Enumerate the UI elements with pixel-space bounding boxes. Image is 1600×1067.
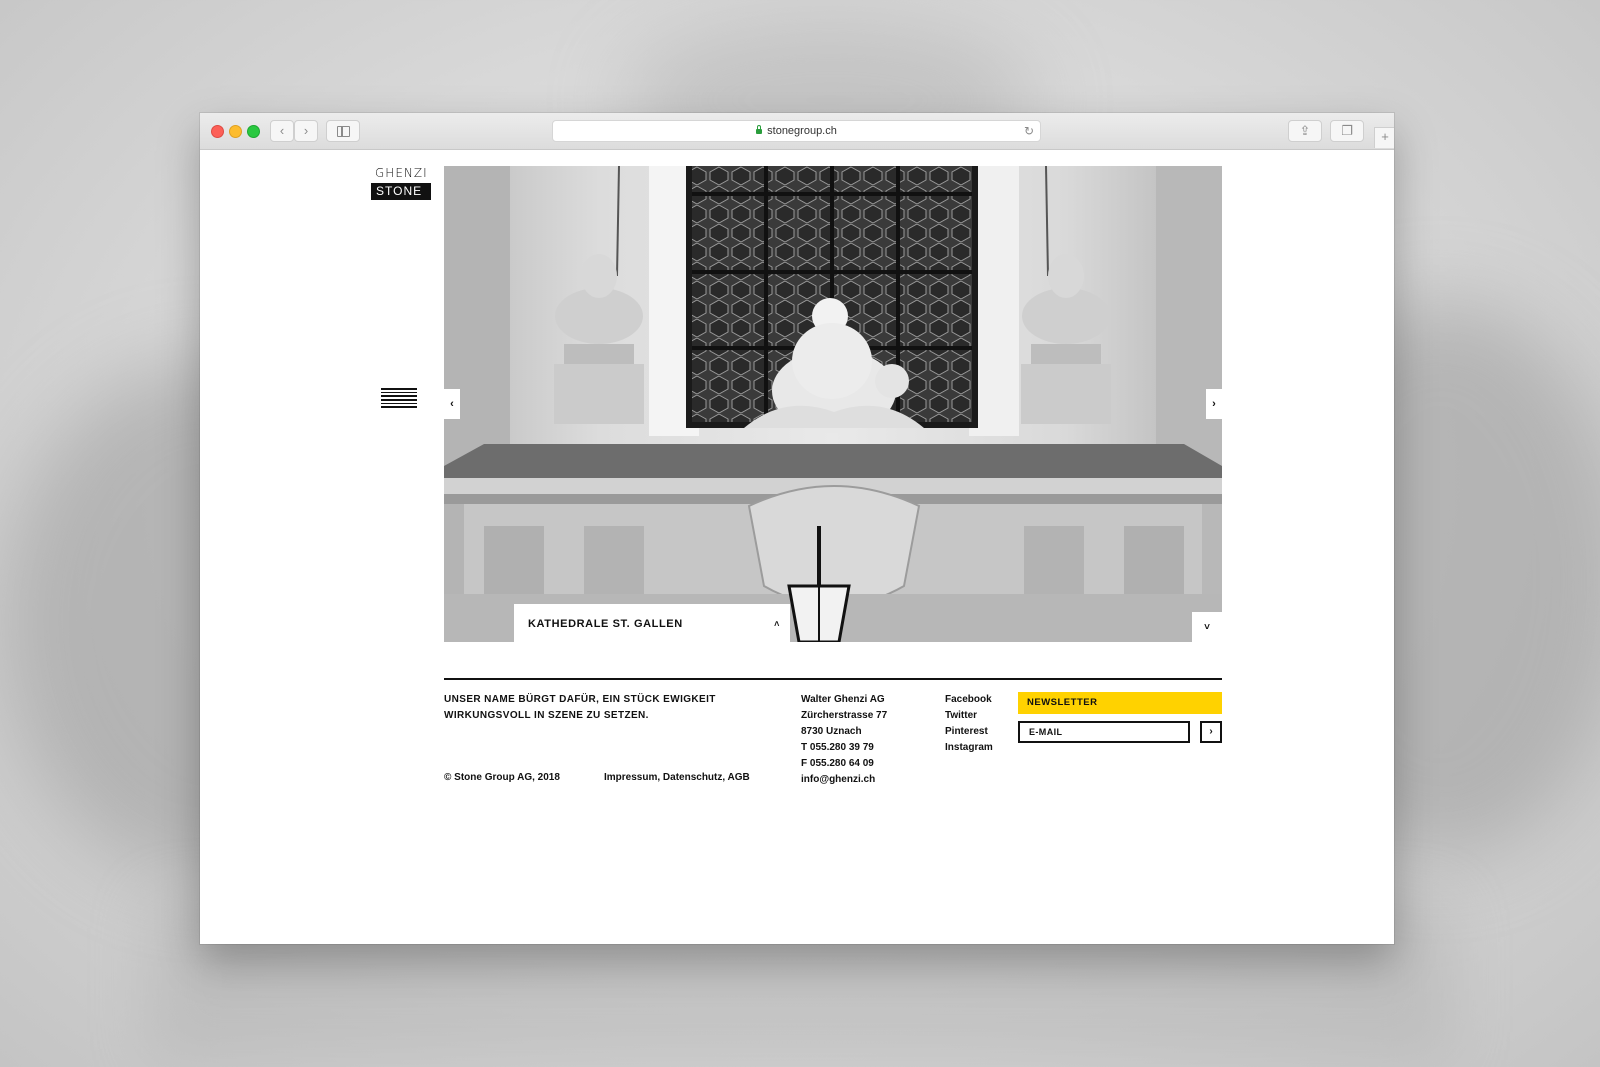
copyright-text: © Stone Group AG, 2018 <box>444 772 560 783</box>
minimize-window-button[interactable] <box>229 125 242 138</box>
chevron-down-icon: ˅ <box>1204 622 1210 633</box>
pinterest-link[interactable]: Pinterest <box>945 724 993 740</box>
address-bar[interactable]: stonegroup.ch ↻ <box>552 120 1041 142</box>
web-page: GHENZI STONE ‹ › KATHEDRALE ST. GALLEN ˄… <box>200 150 1394 944</box>
phone-number: T 055.280 39 79 <box>801 742 874 753</box>
facebook-link[interactable]: Facebook <box>945 692 993 708</box>
chevron-left-icon: ‹ <box>279 123 285 138</box>
back-button[interactable]: ‹ <box>270 120 294 142</box>
newsletter-signup: NEWSLETTER › <box>1018 692 1222 743</box>
share-button[interactable]: ⇪ <box>1288 120 1322 142</box>
slide-caption-text: KATHEDRALE ST. GALLEN <box>528 618 683 630</box>
logo-text-bottom: STONE <box>371 183 431 200</box>
ghenzi-stone-logo[interactable]: GHENZI STONE <box>371 166 431 202</box>
social-links: Facebook Twitter Pinterest Instagram <box>945 692 993 756</box>
newsletter-form: › <box>1018 721 1222 743</box>
sidebar-toggle-button[interactable] <box>326 120 360 142</box>
company-name: Walter Ghenzi AG <box>801 694 885 705</box>
share-icon: ⇪ <box>1299 123 1311 138</box>
reload-icon[interactable]: ↻ <box>1024 121 1034 141</box>
legal-links[interactable]: Impressum, Datenschutz, AGB <box>604 772 750 783</box>
footer-divider <box>444 678 1222 680</box>
newsletter-submit-button[interactable]: › <box>1200 721 1222 743</box>
zoom-window-button[interactable] <box>247 125 260 138</box>
newsletter-email-input[interactable] <box>1018 721 1190 743</box>
chevron-up-icon: ˄ <box>774 619 780 629</box>
footer-tagline: UNSER NAME BÜRGT DAFÜR, EIN STÜCK EWIGKE… <box>444 694 716 721</box>
chevron-right-icon: › <box>1209 726 1213 737</box>
contact-address: Walter Ghenzi AG Zürcherstrasse 77 8730 … <box>801 692 887 788</box>
hero-slider: ‹ › KATHEDRALE ST. GALLEN ˄ ˅ <box>444 166 1222 642</box>
twitter-link[interactable]: Twitter <box>945 708 993 724</box>
plus-icon: + <box>1381 129 1389 144</box>
browser-window: ‹ › stonegroup.ch ↻ ⇪ ❐ + GHENZI STONE ‹… <box>200 113 1394 944</box>
close-window-button[interactable] <box>211 125 224 138</box>
newsletter-title: NEWSLETTER <box>1018 692 1222 714</box>
slide-caption[interactable]: KATHEDRALE ST. GALLEN ˄ <box>514 604 790 642</box>
menu-button[interactable] <box>381 388 417 410</box>
postal-city: 8730 Uznach <box>801 726 862 737</box>
new-tab-button[interactable]: + <box>1374 127 1394 148</box>
cathedral-photo <box>444 166 1222 642</box>
hamburger-icon <box>381 388 417 390</box>
address-url: stonegroup.ch <box>767 125 837 137</box>
slider-prev-button[interactable]: ‹ <box>444 389 460 419</box>
street-address: Zürcherstrasse 77 <box>801 710 888 721</box>
slider-next-button[interactable]: › <box>1206 389 1222 419</box>
email-link[interactable]: info@ghenzi.ch <box>801 772 887 788</box>
lock-icon <box>756 125 763 134</box>
fax-number: F 055.280 64 09 <box>801 758 874 769</box>
chevron-right-icon: › <box>1212 398 1216 410</box>
scroll-down-button[interactable]: ˅ <box>1192 612 1222 642</box>
forward-button[interactable]: › <box>294 120 318 142</box>
logo-text-top: GHENZI <box>375 166 428 180</box>
chevron-left-icon: ‹ <box>450 398 454 410</box>
sidebar-icon <box>337 126 350 137</box>
instagram-link[interactable]: Instagram <box>945 740 993 756</box>
browser-titlebar: ‹ › stonegroup.ch ↻ ⇪ ❐ + <box>200 113 1394 150</box>
chevron-right-icon: › <box>303 123 309 138</box>
tabs-icon: ❐ <box>1341 123 1353 138</box>
tab-overview-button[interactable]: ❐ <box>1330 120 1364 142</box>
